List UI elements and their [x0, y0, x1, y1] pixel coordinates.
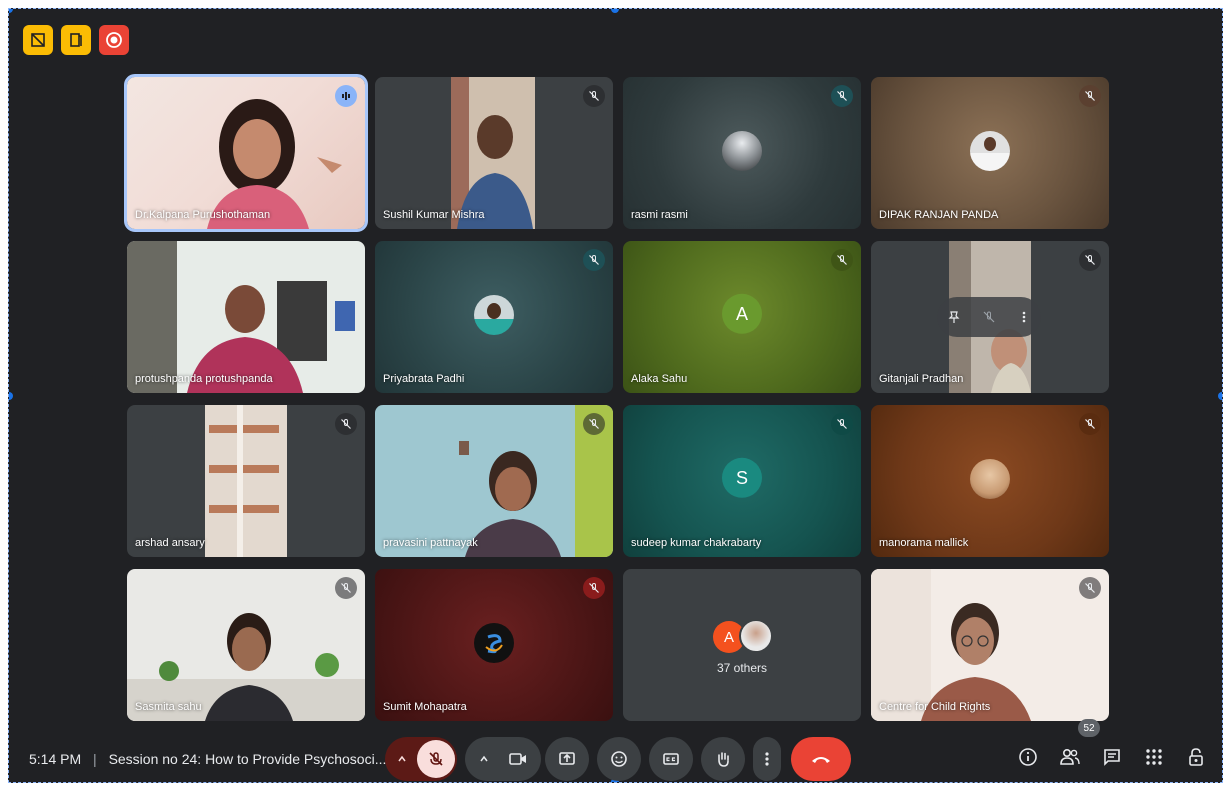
audio-options-chevron-icon[interactable] [387, 754, 417, 764]
call-controls-bar: 5:14 PM | Session no 24: How to Provide … [9, 719, 1222, 782]
participant-name: protushpanda protushpanda [135, 373, 273, 385]
mic-off-icon [583, 85, 605, 107]
participant-name: manorama mallick [879, 537, 969, 549]
top-left-toolbar [23, 25, 129, 55]
selection-handle[interactable] [9, 392, 13, 400]
participant-avatar [970, 459, 1010, 499]
meeting-info: 5:14 PM | Session no 24: How to Provide … [29, 751, 386, 767]
participant-grid: Dr.Kalpana Purushothaman Sushil Kumar Mi… [124, 74, 1109, 721]
participant-tile[interactable]: Sasmita sahu [127, 569, 365, 721]
right-toolbar [1016, 745, 1208, 769]
participant-tile[interactable]: Sumit Mohapatra [375, 569, 613, 721]
participant-avatar: A [722, 293, 762, 334]
others-tile[interactable]: A 37 others [623, 569, 861, 721]
participant-name: Dr.Kalpana Purushothaman [135, 209, 271, 221]
mic-off-icon [831, 413, 853, 435]
host-controls-icon[interactable] [23, 25, 53, 55]
camera-icon[interactable] [499, 751, 537, 767]
participant-tile[interactable]: manorama mallick [871, 405, 1109, 557]
participant-name: Alaka Sahu [631, 373, 688, 385]
participant-video [451, 77, 535, 229]
video-options-chevron-icon[interactable] [469, 754, 499, 764]
participant-name: arshad ansary [135, 537, 205, 549]
present-icon[interactable] [545, 737, 589, 781]
participant-tile[interactable]: protushpanda protushpanda [127, 241, 365, 393]
participant-name: sudeep kumar chakrabarty [631, 537, 762, 549]
mic-off-icon [583, 577, 605, 599]
participant-name: Sumit Mohapatra [383, 701, 467, 713]
participant-avatar [722, 131, 762, 171]
mic-off-icon[interactable] [417, 740, 455, 778]
mic-off-icon [1079, 577, 1101, 599]
participant-name: Centre for Child Rights [879, 701, 991, 713]
people-count-badge: 52 [1078, 719, 1100, 737]
mic-off-icon [1079, 413, 1101, 435]
mic-off-icon [335, 577, 357, 599]
participant-tile[interactable]: pravasini pattnayak [375, 405, 613, 557]
mic-off-icon [335, 413, 357, 435]
tile-hover-controls [937, 297, 1041, 337]
participant-name: Priyabrata Padhi [383, 373, 465, 385]
participant-video [207, 99, 342, 229]
participant-tile[interactable]: rasmi rasmi [623, 77, 861, 229]
selection-handle[interactable] [611, 9, 619, 13]
participant-name: Sasmita sahu [135, 701, 202, 713]
participant-avatar [474, 295, 514, 335]
participant-video [871, 569, 1031, 721]
info-icon[interactable] [1016, 745, 1040, 769]
participant-tile[interactable]: A Alaka Sahu [623, 241, 861, 393]
participant-name: pravasini pattnayak [383, 537, 478, 549]
chat-icon[interactable] [1100, 745, 1124, 769]
participant-name: rasmi rasmi [631, 209, 688, 221]
participant-video [205, 405, 287, 557]
participant-tile[interactable]: Dr.Kalpana Purushothaman [124, 74, 368, 232]
others-count: 37 others [716, 661, 768, 675]
participant-tile[interactable]: Centre for Child Rights [871, 569, 1109, 721]
participant-avatar [970, 131, 1010, 171]
mute-participant-icon[interactable] [982, 310, 996, 324]
emoji-icon[interactable] [597, 737, 641, 781]
participant-name: Sushil Kumar Mishra [383, 209, 485, 221]
end-call-icon[interactable] [791, 737, 851, 781]
mic-off-icon [1079, 249, 1101, 271]
activities-icon[interactable] [1142, 745, 1166, 769]
speaking-indicator-icon [335, 85, 357, 107]
people-icon[interactable] [1058, 745, 1082, 769]
participant-tile[interactable]: S sudeep kumar chakrabarty [623, 405, 861, 557]
mic-off-icon [831, 249, 853, 271]
others-avatar [739, 619, 773, 653]
mic-off-icon [831, 85, 853, 107]
camera-control-group [465, 737, 541, 781]
more-icon[interactable] [753, 737, 781, 781]
selection-handle[interactable] [1218, 392, 1222, 400]
meeting-title: Session no 24: How to Provide Psychosoci… [108, 751, 387, 767]
meet-window: Dr.Kalpana Purushothaman Sushil Kumar Mi… [8, 8, 1223, 783]
participant-tile[interactable]: Gitanjali Pradhan [871, 241, 1109, 393]
lock-icon[interactable] [1184, 745, 1208, 769]
participant-avatar [474, 623, 514, 663]
participant-tile[interactable]: DIPAK RANJAN PANDA [871, 77, 1109, 229]
selection-handle[interactable] [9, 9, 13, 13]
participant-video [127, 241, 355, 393]
mic-off-icon [1079, 85, 1101, 107]
participant-video [127, 613, 365, 721]
participant-avatar: S [722, 457, 762, 498]
meeting-time: 5:14 PM [29, 751, 82, 767]
participant-name: Gitanjali Pradhan [879, 373, 964, 385]
participant-tile[interactable]: arshad ansary [127, 405, 365, 557]
mic-off-icon [583, 413, 605, 435]
participant-name: DIPAK RANJAN PANDA [879, 209, 999, 221]
meeting-separator: | [93, 751, 97, 767]
participant-tile[interactable]: Priyabrata Padhi [375, 241, 613, 393]
companion-icon[interactable] [61, 25, 91, 55]
participant-tile[interactable]: Sushil Kumar Mishra [375, 77, 613, 229]
more-options-icon[interactable] [1017, 310, 1031, 324]
pin-icon[interactable] [947, 310, 961, 324]
mic-off-icon [583, 249, 605, 271]
captions-icon[interactable] [649, 737, 693, 781]
participant-video [459, 405, 613, 557]
record-icon[interactable] [99, 25, 129, 55]
raise-hand-icon[interactable] [701, 737, 745, 781]
mic-control-group [385, 737, 457, 781]
